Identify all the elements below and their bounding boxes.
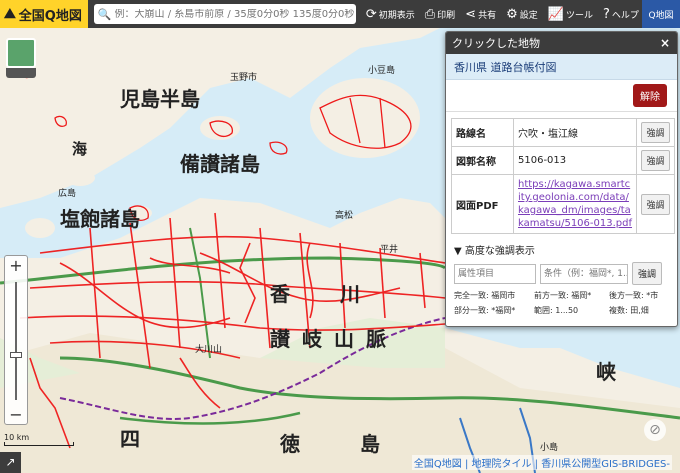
expand-arrow-icon[interactable]: ↗ [0, 452, 21, 473]
highlight-button[interactable]: 強調 [641, 122, 670, 143]
search-input[interactable] [114, 8, 355, 20]
map-label-hirose: 広島 [58, 189, 77, 199]
attr-value-cell: https://kagawa.smartcity.geolonia.com/da… [513, 174, 637, 234]
help-multi: 複数: 田,畑 [609, 306, 649, 315]
condition-help: 完全一致: 福岡市 前方一致: 福岡* 後方一致: *市 部分一致: *福岡* … [454, 290, 677, 316]
zoom-out-button[interactable]: − [5, 405, 27, 424]
tools-label: ツール [565, 10, 593, 21]
advanced-highlight-form: 強調 [454, 262, 677, 285]
share-icon: ⋖ [465, 6, 477, 22]
attr-value: 5106-013 [513, 146, 637, 175]
layer-thumbnail-bar[interactable] [6, 68, 36, 78]
help-exact: 完全一致: 福岡市 [454, 291, 516, 300]
qmap-label: Q地図 [648, 10, 674, 21]
scale-bar: 10 km [4, 433, 74, 446]
help-button[interactable]: ? ヘルプ [603, 7, 639, 22]
apply-highlight-button[interactable]: 強調 [632, 262, 663, 285]
attribute-table: 路線名 穴吹・塩江線 強調 図郭名称 5106-013 強調 図面PDF htt… [451, 118, 675, 234]
scale-label: 10 km [4, 433, 30, 442]
map-label-bisan: 備讃諸島 [180, 152, 260, 176]
map-label-kagawa: 香川 [270, 282, 410, 306]
map-label-hirai: 平井 [380, 245, 399, 255]
search-box[interactable]: 🔍 [93, 4, 356, 24]
feature-info-panel: クリックした地物 × 香川県 道路台帳付図 解除 路線名 穴吹・塩江線 強調 図… [445, 31, 678, 327]
release-button[interactable]: 解除 [633, 84, 667, 107]
app-title: 全国Q地図 [18, 8, 82, 24]
attribute-input[interactable] [454, 263, 536, 284]
map-label-kojima: 児島半島 [120, 87, 200, 111]
pdf-link[interactable]: https://kagawa.smartcity.geolonia.com/da… [518, 179, 632, 229]
search-icon: 🔍 [97, 7, 112, 21]
help-range: 範囲: 1...50 [534, 306, 579, 315]
attr-key: 路線名 [451, 118, 514, 147]
panel-header: クリックした地物 × [446, 32, 677, 54]
map-attribution[interactable]: 全国Q地図 | 地理院タイル | 香川県公開型GIS-BRIDGES- [411, 455, 672, 470]
locate-icon[interactable]: ⊘ [644, 419, 666, 441]
tools-button[interactable]: 📈 ツール [548, 7, 593, 22]
scale-bar-line [4, 442, 74, 446]
print-icon: ⎙ [424, 6, 436, 22]
help-partial: 部分一致: *福岡* [454, 306, 516, 315]
reset-view-button[interactable]: ⟳ 初期表示 [366, 7, 415, 22]
logo-icon: ⛰ [4, 6, 16, 22]
settings-label: 設定 [519, 10, 538, 21]
highlight-cell: 強調 [636, 118, 675, 147]
gear-icon: ⚙ [506, 6, 518, 22]
map-label-kyo: 峡 [596, 360, 616, 384]
table-row: 図面PDF https://kagawa.smartcity.geolonia.… [451, 174, 675, 234]
map-label-sea: 海 [72, 140, 88, 158]
table-row: 図郭名称 5106-013 強調 [451, 146, 675, 175]
map-label-kouma: 小豆島 [368, 66, 396, 76]
map-label-sanuki: 讃岐山脈 [270, 327, 398, 351]
help-suffix: 後方一致: *市 [609, 291, 659, 300]
panel-action-row: 解除 [446, 80, 677, 112]
tools-icon: 📈 [547, 6, 564, 22]
map-label-tokushima: 徳島 [280, 432, 440, 456]
print-label: 印刷 [437, 10, 456, 21]
map-label-takamatsu: 高松 [335, 211, 354, 221]
attr-value: 穴吹・塩江線 [513, 118, 637, 147]
app-logo[interactable]: ⛰ 全国Q地図 [0, 0, 88, 28]
zoom-slider-knob[interactable] [10, 352, 22, 358]
toolbar: ⛰ 全国Q地図 🔍 ⟳ 初期表示 ⎙ 印刷 ⋖ 共有 ⚙ 設定 📈 ツール ? … [0, 0, 680, 28]
zoom-control: + − [4, 255, 28, 425]
print-button[interactable]: ⎙ 印刷 [425, 7, 455, 22]
highlight-button[interactable]: 強調 [641, 150, 670, 171]
share-label: 共有 [478, 10, 497, 21]
help-label: ヘルプ [611, 10, 639, 21]
map-label-ohashi: 大川山 [195, 345, 223, 355]
panel-title: クリックした地物 [452, 37, 540, 50]
settings-button[interactable]: ⚙ 設定 [506, 7, 538, 22]
zoom-slider-track[interactable] [15, 282, 17, 400]
reset-view-label: 初期表示 [378, 10, 415, 21]
attr-key: 図郭名称 [451, 146, 514, 175]
reload-icon: ⟳ [365, 6, 377, 22]
table-row: 路線名 穴吹・塩江線 強調 [451, 118, 675, 147]
qmap-button[interactable]: Q地図 [642, 0, 680, 28]
help-icon: ? [602, 6, 610, 22]
layer-thumbnail[interactable] [6, 38, 36, 68]
advanced-highlight-toggle[interactable]: ▼ 高度な強調表示 [454, 242, 677, 257]
attr-key: 図面PDF [451, 174, 514, 234]
map-label-koshima: 小島 [540, 443, 559, 453]
share-button[interactable]: ⋖ 共有 [465, 7, 496, 22]
highlight-cell: 強調 [636, 174, 675, 234]
map-label-tamano: 玉野市 [230, 73, 258, 83]
map-label-shikoku: 四 [120, 427, 140, 451]
help-prefix: 前方一致: 福岡* [534, 291, 592, 300]
highlight-button[interactable]: 強調 [641, 193, 670, 215]
zoom-in-button[interactable]: + [5, 256, 27, 275]
close-icon[interactable]: × [660, 36, 670, 50]
highlight-cell: 強調 [636, 146, 675, 175]
map-label-shiwaku: 塩飽諸島 [60, 207, 140, 231]
condition-input[interactable] [540, 263, 628, 284]
panel-layer-name: 香川県 道路台帳付図 [446, 54, 677, 80]
